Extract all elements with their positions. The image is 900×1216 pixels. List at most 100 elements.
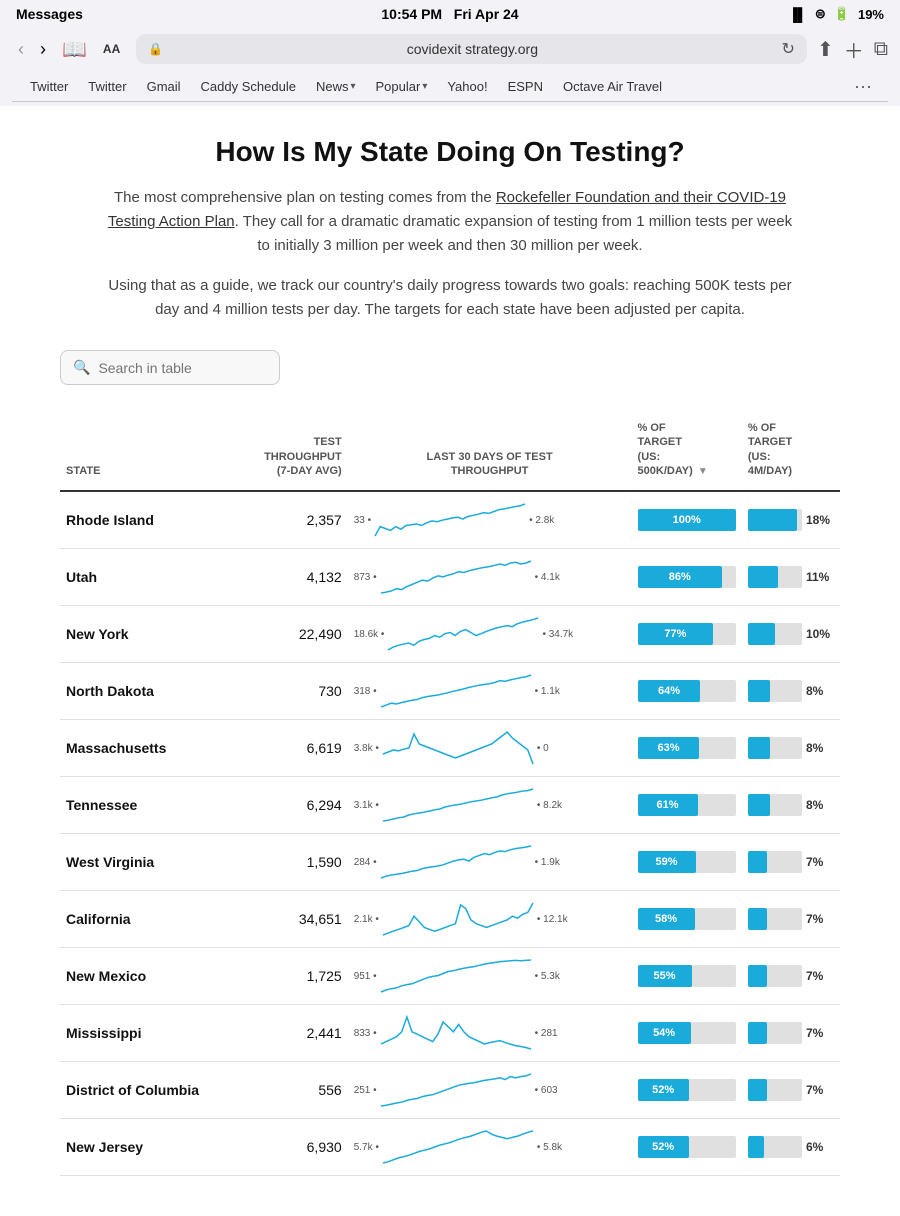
bookmarks-button[interactable]: 📖 bbox=[62, 37, 87, 62]
sparkline-line bbox=[381, 675, 531, 707]
table-row: New York22,490 18.6k • • 34.7k 77% bbox=[60, 606, 840, 663]
pct-500k-cell: 58% bbox=[632, 891, 742, 948]
bookmark-popular[interactable]: Popular ▾ bbox=[366, 76, 438, 97]
page-title: How Is My State Doing On Testing? bbox=[60, 136, 840, 168]
bookmark-gmail[interactable]: Gmail bbox=[137, 76, 191, 97]
bar-4m-bg bbox=[748, 1136, 802, 1158]
bar-4m-fill bbox=[748, 623, 775, 645]
bar-4m: 8% bbox=[748, 794, 834, 816]
pct-4m-cell: 7% bbox=[742, 1062, 840, 1119]
sparkline-start-val: 2.1k • bbox=[354, 914, 379, 925]
back-button[interactable]: ‹ bbox=[12, 37, 30, 62]
state-name: New Mexico bbox=[60, 948, 238, 1005]
bar-500k: 55% bbox=[638, 965, 736, 987]
sparkline-end-val: • 603 bbox=[535, 1085, 558, 1096]
sparkline-start-val: 33 • bbox=[354, 515, 371, 526]
bar-4m-bg bbox=[748, 737, 802, 759]
bar-500k-bg: 86% bbox=[638, 566, 736, 588]
bookmark-twitter2[interactable]: Twitter bbox=[78, 76, 136, 97]
pct-4m-cell: 7% bbox=[742, 948, 840, 1005]
forward-button[interactable]: › bbox=[34, 37, 52, 62]
sparkline-start-val: 318 • bbox=[354, 686, 377, 697]
col-header-pct4m: % OFTARGET(US:4M/DAY) bbox=[742, 413, 840, 491]
sparkline-line bbox=[383, 732, 533, 764]
bookmark-news[interactable]: News ▾ bbox=[306, 76, 366, 97]
state-name: Utah bbox=[60, 549, 238, 606]
tabs-button[interactable]: ⧉ bbox=[874, 38, 888, 61]
signal-icon: ▐▌ bbox=[788, 7, 806, 22]
sparkline-chart bbox=[383, 730, 533, 766]
throughput-value: 1,590 bbox=[238, 834, 348, 891]
bar-500k-fill: 86% bbox=[638, 566, 723, 588]
bar-500k-bg: 54% bbox=[638, 1022, 736, 1044]
more-bookmarks-button[interactable]: ··· bbox=[846, 76, 880, 97]
bar-4m-fill bbox=[748, 965, 767, 987]
pct-500k-cell: 86% bbox=[632, 549, 742, 606]
search-box[interactable]: 🔍 bbox=[60, 350, 280, 385]
bookmark-octave[interactable]: Octave Air Travel bbox=[553, 76, 672, 97]
bar-4m: 11% bbox=[748, 566, 834, 588]
pct-4m-cell: 11% bbox=[742, 549, 840, 606]
add-tab-button[interactable]: ＋ bbox=[844, 35, 864, 64]
sparkline-cell: 251 • • 603 bbox=[348, 1062, 632, 1119]
sparkline-line bbox=[383, 1131, 533, 1163]
sparkline-chart bbox=[381, 1072, 531, 1108]
table-row: Massachusetts6,619 3.8k • • 0 63% bbox=[60, 720, 840, 777]
bookmark-twitter1[interactable]: Twitter bbox=[20, 76, 78, 97]
bar-500k-bg: 63% bbox=[638, 737, 736, 759]
sparkline-end-val: • 0 bbox=[537, 743, 549, 754]
search-input[interactable] bbox=[98, 360, 267, 376]
reload-button[interactable]: ↻ bbox=[782, 39, 795, 59]
sparkline-end-val: • 1.1k bbox=[535, 686, 560, 697]
sparkline-line bbox=[381, 960, 531, 992]
page-description2: Using that as a guide, we track our coun… bbox=[100, 274, 800, 322]
url-bar[interactable]: 🔒 covidexit strategy.org ↻ bbox=[136, 34, 807, 64]
pct-500k-label: 64% bbox=[658, 685, 680, 697]
pct-4m-label: 10% bbox=[806, 627, 834, 641]
state-name: New York bbox=[60, 606, 238, 663]
bar-500k-bg: 58% bbox=[638, 908, 736, 930]
bar-4m-bg bbox=[748, 509, 802, 531]
bookmark-caddy[interactable]: Caddy Schedule bbox=[191, 76, 306, 97]
bar-4m: 7% bbox=[748, 965, 834, 987]
bar-500k-bg: 55% bbox=[638, 965, 736, 987]
bookmark-espn[interactable]: ESPN bbox=[498, 76, 553, 97]
bar-500k-bg: 52% bbox=[638, 1079, 736, 1101]
sparkline-line bbox=[381, 1074, 531, 1106]
sparkline-line bbox=[388, 618, 538, 650]
state-name: New Jersey bbox=[60, 1119, 238, 1176]
pct-500k-label: 63% bbox=[657, 742, 679, 754]
pct-500k-label: 55% bbox=[654, 970, 676, 982]
bar-4m: 7% bbox=[748, 1022, 834, 1044]
table-header-row: STATE TESTTHROUGHPUT(7-DAY AVG) LAST 30 … bbox=[60, 413, 840, 491]
bar-4m-fill bbox=[748, 1079, 767, 1101]
pct-4m-cell: 7% bbox=[742, 891, 840, 948]
col-header-state: STATE bbox=[60, 413, 238, 491]
pct-4m-cell: 7% bbox=[742, 1005, 840, 1062]
bookmark-yahoo[interactable]: Yahoo! bbox=[437, 76, 497, 97]
pct-500k-cell: 54% bbox=[632, 1005, 742, 1062]
bar-500k: 100% bbox=[638, 509, 736, 531]
aa-button[interactable]: AA bbox=[97, 40, 126, 58]
popular-dropdown-icon: ▾ bbox=[422, 81, 427, 92]
throughput-value: 22,490 bbox=[238, 606, 348, 663]
bar-4m-bg bbox=[748, 794, 802, 816]
sparkline-line bbox=[381, 846, 531, 878]
data-table: STATE TESTTHROUGHPUT(7-DAY AVG) LAST 30 … bbox=[60, 413, 840, 1176]
pct-4m-label: 8% bbox=[806, 684, 834, 698]
share-button[interactable]: ⬆ bbox=[817, 37, 834, 62]
state-name: Tennessee bbox=[60, 777, 238, 834]
sparkline-start-val: 951 • bbox=[354, 971, 377, 982]
pct-4m-label: 18% bbox=[806, 513, 834, 527]
wifi-icon: ⊜ bbox=[815, 6, 826, 22]
bookmarks-bar: Twitter Twitter Gmail Caddy Schedule New… bbox=[12, 72, 888, 102]
rockefeller-link[interactable]: Rockefeller Foundation and their COVID-1… bbox=[108, 189, 786, 230]
bar-500k: 86% bbox=[638, 566, 736, 588]
sparkline-chart bbox=[381, 1015, 531, 1051]
throughput-value: 2,357 bbox=[238, 491, 348, 549]
pct-500k-cell: 61% bbox=[632, 777, 742, 834]
col-header-pct500[interactable]: % OFTARGET(US:500K/DAY) ▼ bbox=[632, 413, 742, 491]
bar-500k-fill: 61% bbox=[638, 794, 698, 816]
pct-500k-label: 54% bbox=[653, 1027, 675, 1039]
throughput-value: 34,651 bbox=[238, 891, 348, 948]
